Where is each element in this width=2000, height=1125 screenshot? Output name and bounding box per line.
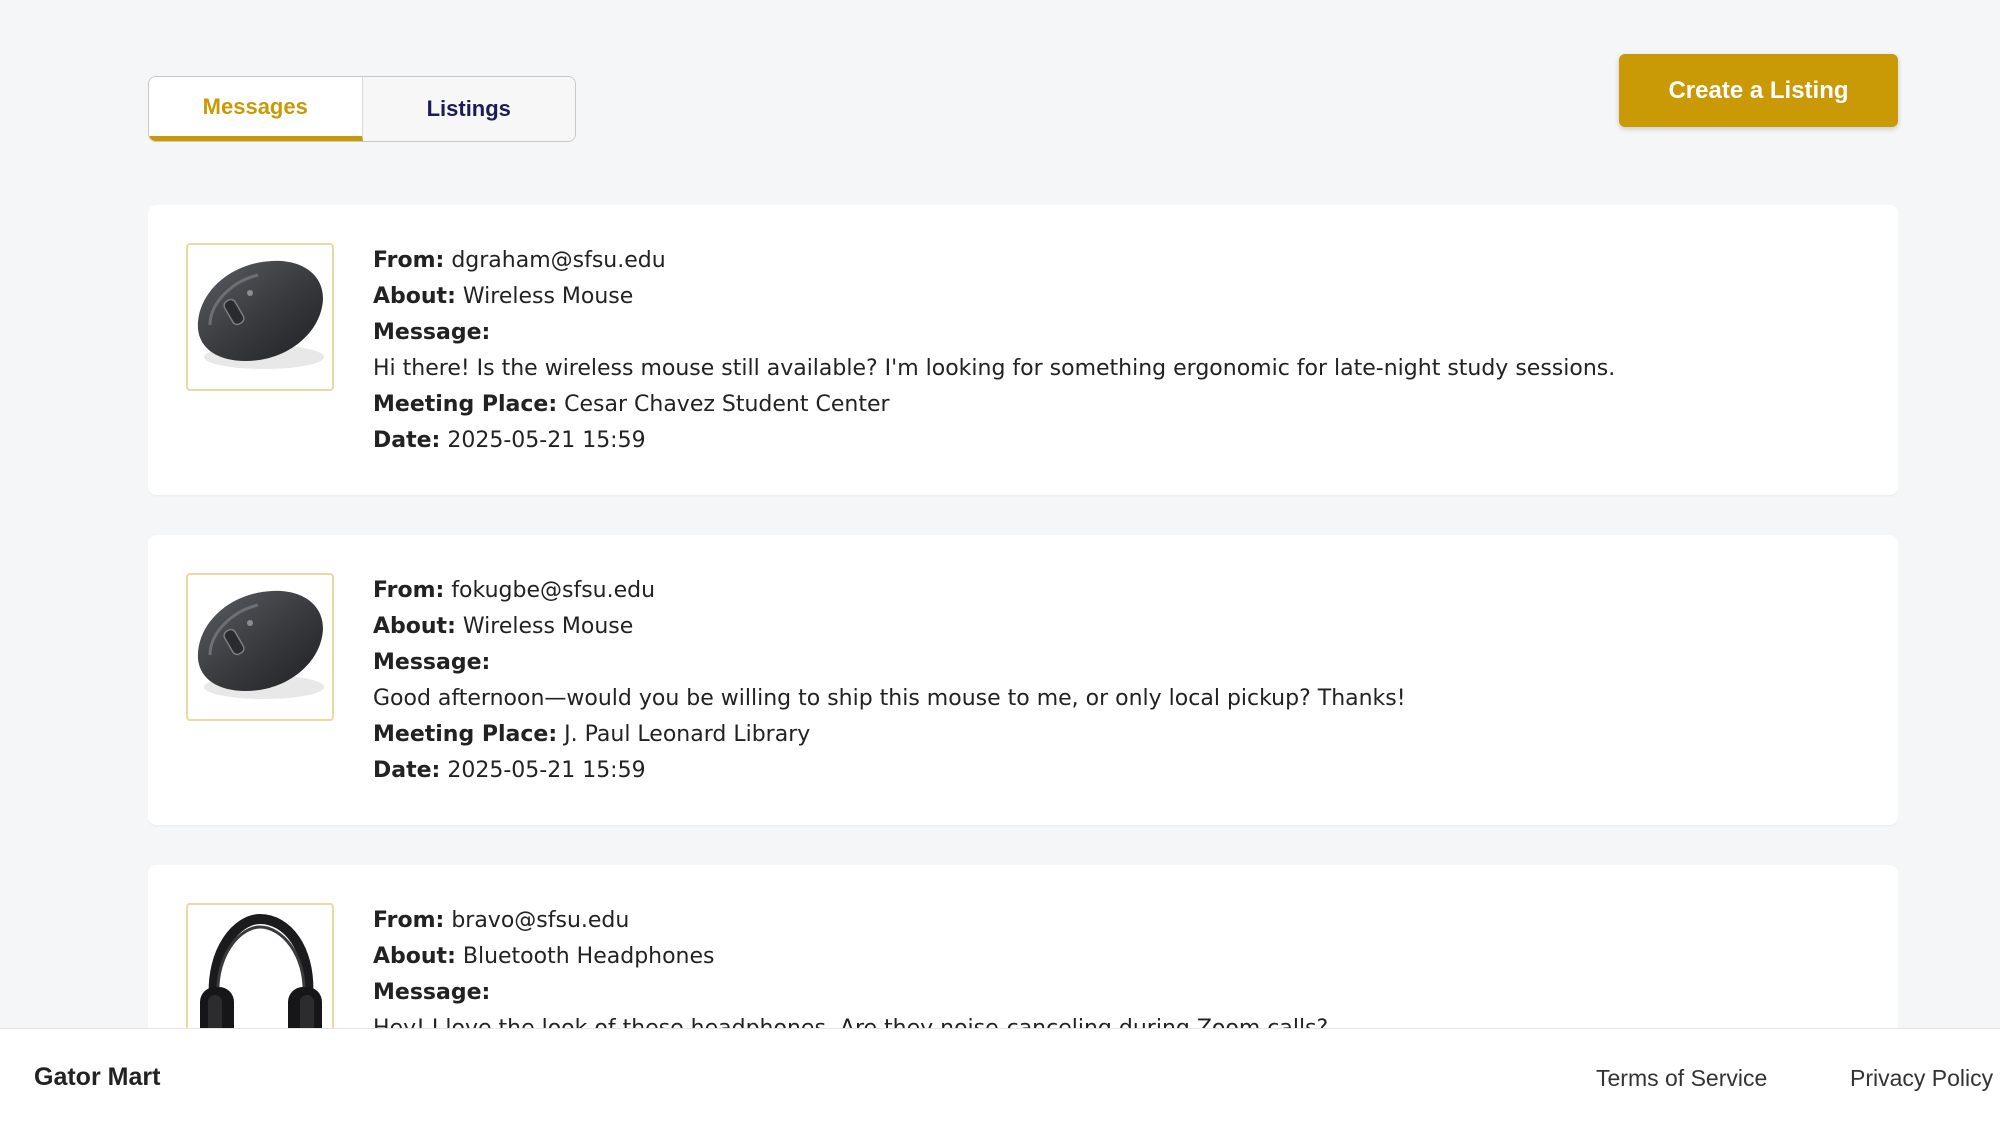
- message-text: Good afternoon—would you be willing to s…: [373, 686, 1406, 711]
- footer-brand: Gator Mart: [34, 1063, 161, 1091]
- message-label: Message:: [373, 980, 491, 1005]
- message-about: About: Wireless Mouse: [373, 614, 634, 639]
- message-about: About: Wireless Mouse: [373, 284, 634, 309]
- sender-email: bravo@sfsu.edu: [451, 908, 630, 933]
- message-meeting-place: Meeting Place: Cesar Chavez Student Cent…: [373, 392, 890, 417]
- tab-listings[interactable]: Listings: [362, 77, 575, 141]
- footer: Gator Mart Terms of Service Privacy Poli…: [0, 1028, 2000, 1125]
- privacy-policy-link[interactable]: Privacy Policy: [1850, 1065, 1993, 1092]
- tab-messages[interactable]: Messages: [149, 77, 363, 141]
- message-date: Date: 2025-05-21 15:59: [373, 428, 646, 453]
- message-details: From: dgraham@sfsu.edu About: Wireless M…: [373, 243, 1615, 459]
- message-text: Hey! I love the look of these headphones…: [373, 1011, 1328, 1028]
- listing-thumbnail[interactable]: [186, 243, 334, 391]
- message-label: Message:: [373, 320, 491, 345]
- message-meeting-place: Meeting Place: J. Paul Leonard Library: [373, 722, 811, 747]
- listing-thumbnail[interactable]: [186, 903, 334, 1028]
- wireless-mouse-icon: [197, 260, 324, 369]
- message-details: From: bravo@sfsu.edu About: Bluetooth He…: [373, 903, 1328, 1028]
- message-card: From: bravo@sfsu.edu About: Bluetooth He…: [148, 865, 1898, 1028]
- listing-name: Wireless Mouse: [462, 614, 634, 639]
- message-text: Hi there! Is the wireless mouse still av…: [373, 356, 1616, 381]
- message-list: From: dgraham@sfsu.edu About: Wireless M…: [148, 205, 1898, 1028]
- message-card: From: dgraham@sfsu.edu About: Wireless M…: [148, 205, 1898, 495]
- listing-thumbnail[interactable]: [186, 573, 334, 721]
- date-value: 2025-05-21 15:59: [447, 428, 646, 453]
- message-about: About: Bluetooth Headphones: [373, 944, 715, 969]
- message-date: Date: 2025-05-21 15:59: [373, 758, 646, 783]
- bluetooth-headphones-icon: [200, 913, 322, 1028]
- listing-name: Wireless Mouse: [462, 284, 634, 309]
- message-from: From: fokugbe@sfsu.edu: [373, 578, 656, 603]
- message-from: From: bravo@sfsu.edu: [373, 908, 630, 933]
- sender-email: dgraham@sfsu.edu: [451, 248, 666, 273]
- sender-email: fokugbe@sfsu.edu: [451, 578, 656, 603]
- create-listing-button[interactable]: Create a Listing: [1619, 54, 1898, 127]
- message-from: From: dgraham@sfsu.edu: [373, 248, 666, 273]
- meeting-place-value: J. Paul Leonard Library: [564, 722, 811, 747]
- message-card: From: fokugbe@sfsu.edu About: Wireless M…: [148, 535, 1898, 825]
- date-value: 2025-05-21 15:59: [447, 758, 646, 783]
- listing-name: Bluetooth Headphones: [462, 944, 715, 969]
- message-label: Message:: [373, 650, 491, 675]
- view-tabs: Messages Listings: [148, 76, 576, 142]
- message-details: From: fokugbe@sfsu.edu About: Wireless M…: [373, 573, 1406, 789]
- meeting-place-value: Cesar Chavez Student Center: [564, 392, 890, 417]
- terms-of-service-link[interactable]: Terms of Service: [1596, 1065, 1767, 1092]
- wireless-mouse-icon: [197, 590, 324, 699]
